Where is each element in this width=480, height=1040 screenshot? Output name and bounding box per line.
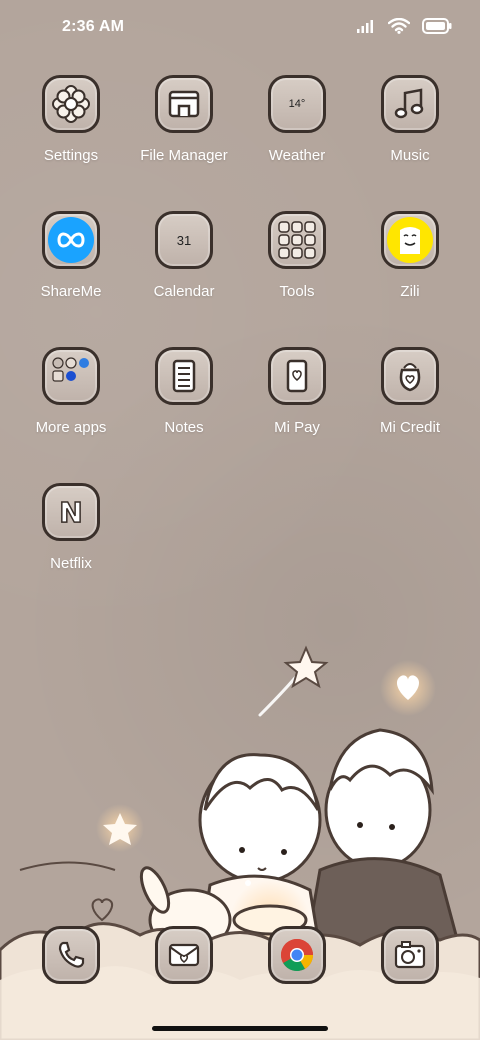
- app-mi-credit[interactable]: Mi Credit: [354, 347, 466, 457]
- app-tools[interactable]: Tools: [241, 211, 353, 321]
- app-music[interactable]: Music: [354, 75, 466, 185]
- phone-icon[interactable]: [42, 926, 100, 984]
- status-time: 2:36 AM: [62, 18, 125, 35]
- tools-folder-icon[interactable]: [268, 211, 326, 269]
- weather-temperature: 14°: [288, 98, 306, 110]
- dock: [0, 926, 480, 986]
- notes-icon[interactable]: [155, 347, 213, 405]
- app-weather[interactable]: 14° Weather: [241, 75, 353, 185]
- mi-pay-icon[interactable]: [268, 347, 326, 405]
- calendar-icon[interactable]: 31: [155, 211, 213, 269]
- wifi-icon: [387, 17, 411, 39]
- chrome-icon[interactable]: [268, 926, 326, 984]
- app-label: Netflix: [50, 555, 92, 572]
- app-settings[interactable]: Settings: [15, 75, 127, 185]
- page-indicator: [245, 880, 251, 886]
- status-bar: 2:36 AM: [0, 0, 480, 56]
- signal-icon: [356, 19, 376, 38]
- zili-icon[interactable]: [381, 211, 439, 269]
- weather-icon[interactable]: 14°: [268, 75, 326, 133]
- calendar-date: 31: [176, 232, 192, 248]
- app-label: Weather: [268, 147, 326, 164]
- app-label: Mi Credit: [379, 419, 440, 436]
- app-label: Calendar: [153, 283, 215, 300]
- shareme-icon[interactable]: [42, 211, 100, 269]
- status-icons: [356, 17, 452, 39]
- app-label: Tools: [279, 283, 315, 300]
- dock-messages[interactable]: [128, 926, 240, 986]
- dock-phone[interactable]: [15, 926, 127, 986]
- camera-icon[interactable]: [381, 926, 439, 984]
- app-label: ShareMe: [40, 283, 102, 300]
- settings-icon[interactable]: [42, 75, 100, 133]
- app-file-manager[interactable]: File Manager: [128, 75, 240, 185]
- netflix-letter: N: [59, 495, 84, 530]
- app-label: Mi Pay: [274, 419, 320, 436]
- app-netflix[interactable]: N Netflix: [15, 483, 127, 593]
- dock-chrome[interactable]: [241, 926, 353, 986]
- music-note-icon[interactable]: [381, 75, 439, 133]
- app-mi-pay[interactable]: Mi Pay: [241, 347, 353, 457]
- battery-icon: [422, 18, 452, 39]
- app-label: Notes: [164, 419, 204, 436]
- app-label: Zili: [400, 283, 420, 300]
- mi-credit-icon[interactable]: [381, 347, 439, 405]
- folder-icon[interactable]: [155, 75, 213, 133]
- envelope-heart-icon[interactable]: [155, 926, 213, 984]
- app-label: File Manager: [140, 147, 228, 164]
- app-label: Music: [390, 147, 430, 164]
- app-label: More apps: [35, 419, 107, 436]
- app-more-apps[interactable]: More apps: [15, 347, 127, 457]
- dock-camera[interactable]: [354, 926, 466, 986]
- app-calendar[interactable]: 31 Calendar: [128, 211, 240, 321]
- app-zili[interactable]: Zili: [354, 211, 466, 321]
- app-label: Settings: [43, 147, 99, 164]
- app-shareme[interactable]: ShareMe: [15, 211, 127, 321]
- home-indicator[interactable]: [152, 1026, 328, 1031]
- more-apps-folder-icon[interactable]: [42, 347, 100, 405]
- app-notes[interactable]: Notes: [128, 347, 240, 457]
- netflix-icon[interactable]: N: [42, 483, 100, 541]
